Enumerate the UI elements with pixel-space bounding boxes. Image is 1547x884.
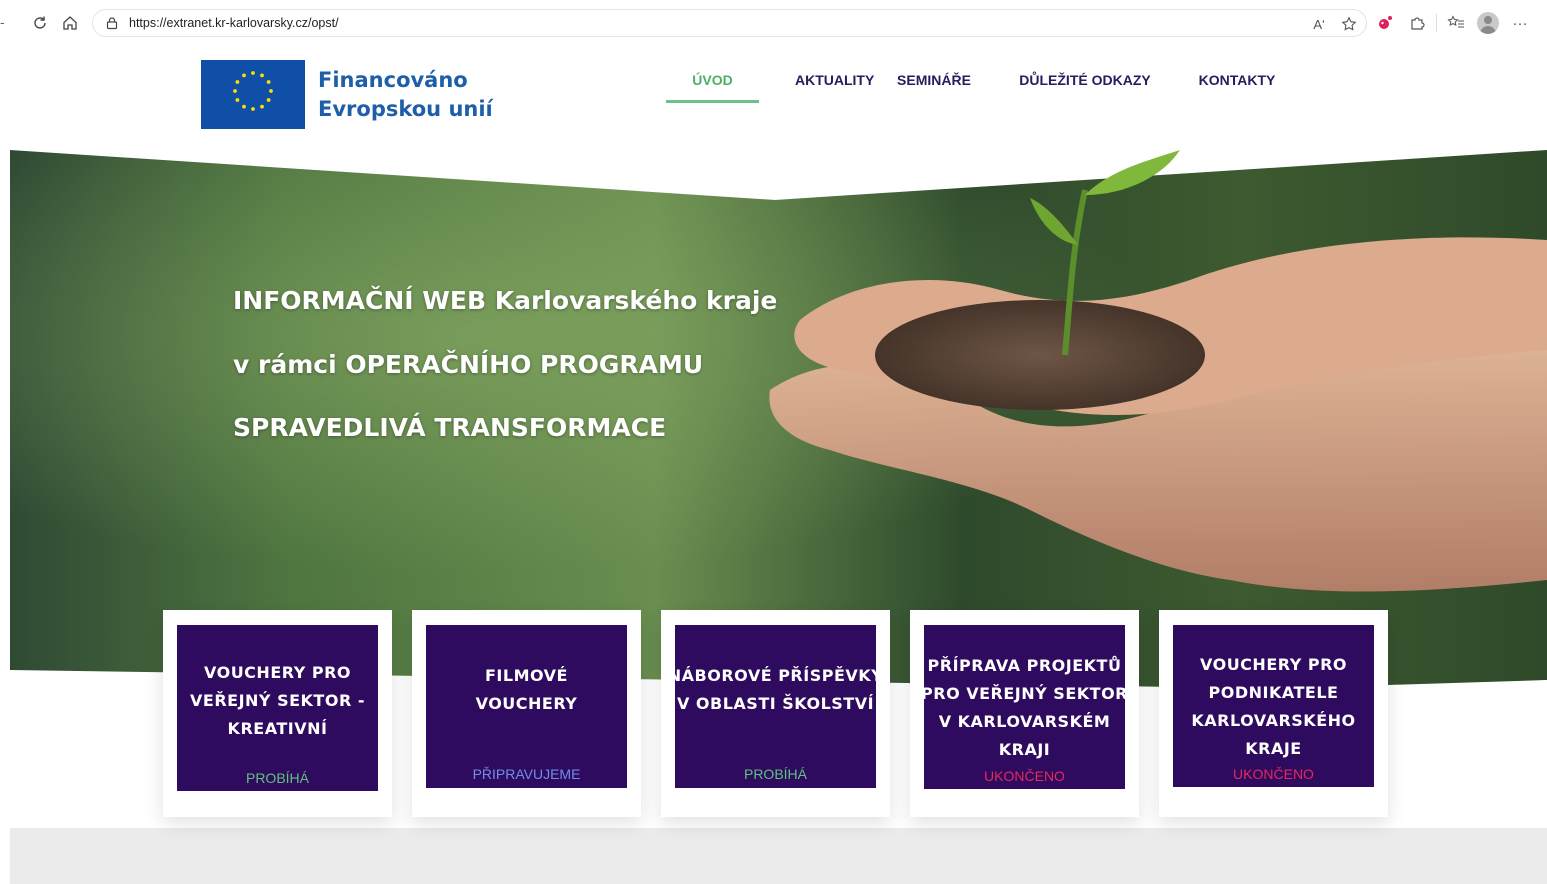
nav-item-dulezite-odkazy[interactable]: DŮLEŽITÉ ODKAZY (1015, 66, 1155, 103)
eu-flag-logo[interactable] (201, 60, 305, 129)
puzzle-icon[interactable] (1404, 9, 1430, 37)
more-icon[interactable]: ··· (1507, 9, 1533, 37)
browser-toolbar: - https://extranet.kr-karlovarsky.cz/ops… (0, 0, 1547, 46)
hero-title-line3: SPRAVEDLIVÁ TRANSFORMACE (233, 413, 667, 442)
card-title-line: FILMOVÉ (485, 666, 568, 685)
program-card-filmove-vouchery: FILMOVÉ VOUCHERY PŘIPRAVUJEME (412, 610, 641, 817)
eu-title-line2: Evropskou unií (318, 97, 493, 121)
card-title-line: V KARLOVARSKÉM (938, 712, 1111, 731)
url-text[interactable]: https://extranet.kr-karlovarsky.cz/opst/ (129, 16, 339, 30)
card-title-line: VOUCHERY PRO (203, 663, 351, 682)
card-title-line: VOUCHERY PRO (1199, 655, 1347, 674)
grey-band (10, 828, 1547, 884)
card-title-line: NÁBOROVÉ PŘÍSPĚVKY (667, 666, 884, 685)
refresh-icon[interactable] (26, 9, 54, 37)
card-title-line: PODNIKATELE (1208, 683, 1339, 702)
status-badge: PROBÍHÁ (743, 766, 807, 782)
card-title-line: KARLOVARSKÉHO (1191, 711, 1356, 730)
card-title-line: PŘÍPRAVA PROJEKTŮ (927, 656, 1122, 675)
card-title-line: VEŘEJNÝ SEKTOR - (190, 691, 365, 710)
nav-item-uvod[interactable]: ÚVOD (666, 66, 759, 103)
program-card-vouchery-verejny-sektor: VOUCHERY PRO VEŘEJNÝ SEKTOR - KREATIVNÍ … (163, 610, 392, 817)
card-link[interactable]: PŘÍPRAVA PROJEKTŮ PRO VEŘEJNÝ SEKTOR V K… (921, 625, 1128, 789)
toolbar-separator (1436, 14, 1437, 32)
status-badge: UKONČENO (984, 768, 1065, 784)
status-badge: UKONČENO (1233, 766, 1314, 782)
program-card-vouchery-podnikatele: VOUCHERY PRO PODNIKATELE KARLOVARSKÉHO K… (1159, 610, 1388, 817)
card-title-line: PRO VEŘEJNÝ SEKTOR (921, 684, 1128, 703)
favorites-bar-icon[interactable] (1443, 9, 1469, 37)
status-badge: PROBÍHÁ (245, 770, 309, 786)
read-aloud-icon[interactable]: Aʹ (1308, 13, 1330, 35)
address-bar[interactable]: https://extranet.kr-karlovarsky.cz/opst/… (92, 9, 1367, 37)
card-title-line: KRAJE (1245, 739, 1302, 758)
hero-title-line1: INFORMAČNÍ WEB Karlovarského kraje (233, 286, 778, 315)
card-link[interactable]: VOUCHERY PRO VEŘEJNÝ SEKTOR - KREATIVNÍ … (177, 625, 378, 791)
nav-item-seminare[interactable]: SEMINÁŘE (889, 66, 979, 103)
lock-icon[interactable] (103, 14, 121, 32)
hero-title-line2: v rámci OPERAČNÍHO PROGRAMU (233, 350, 704, 379)
card-title-line: KREATIVNÍ (227, 719, 328, 738)
eu-funding-title[interactable]: Financováno Evropskou unií (318, 66, 493, 124)
eu-title-line1: Financováno (318, 68, 468, 92)
star-icon[interactable] (1338, 13, 1360, 35)
program-card-priprava-projektu: PŘÍPRAVA PROJEKTŮ PRO VEŘEJNÝ SEKTOR V K… (910, 610, 1139, 817)
card-title-line: KRAJI (998, 740, 1051, 759)
profile-avatar[interactable] (1475, 9, 1501, 37)
back-edge-icon: - (0, 14, 5, 30)
site-header: Financováno Evropskou unií ÚVOD AKTUALIT… (0, 46, 1547, 150)
main-nav: ÚVOD AKTUALITY SEMINÁŘE DŮLEŽITÉ ODKAZY … (666, 66, 1282, 103)
card-link[interactable]: FILMOVÉ VOUCHERY PŘIPRAVUJEME (426, 625, 627, 788)
card-link[interactable]: NÁBOROVÉ PŘÍSPĚVKY V OBLASTI ŠKOLSTVÍ PR… (668, 625, 883, 788)
card-title-line: V OBLASTI ŠKOLSTVÍ (676, 694, 875, 713)
card-link[interactable]: VOUCHERY PRO PODNIKATELE KARLOVARSKÉHO K… (1173, 625, 1374, 787)
status-badge: PŘIPRAVUJEME (472, 766, 581, 782)
nav-item-aktuality[interactable]: AKTUALITY (795, 66, 874, 103)
home-icon[interactable] (56, 9, 84, 37)
nav-item-kontakty[interactable]: KONTAKTY (1192, 66, 1282, 103)
card-title-line: VOUCHERY (475, 694, 578, 713)
extension-icon[interactable] (1372, 9, 1398, 37)
program-card-naborove-prispevky: NÁBOROVÉ PŘÍSPĚVKY V OBLASTI ŠKOLSTVÍ PR… (661, 610, 890, 817)
